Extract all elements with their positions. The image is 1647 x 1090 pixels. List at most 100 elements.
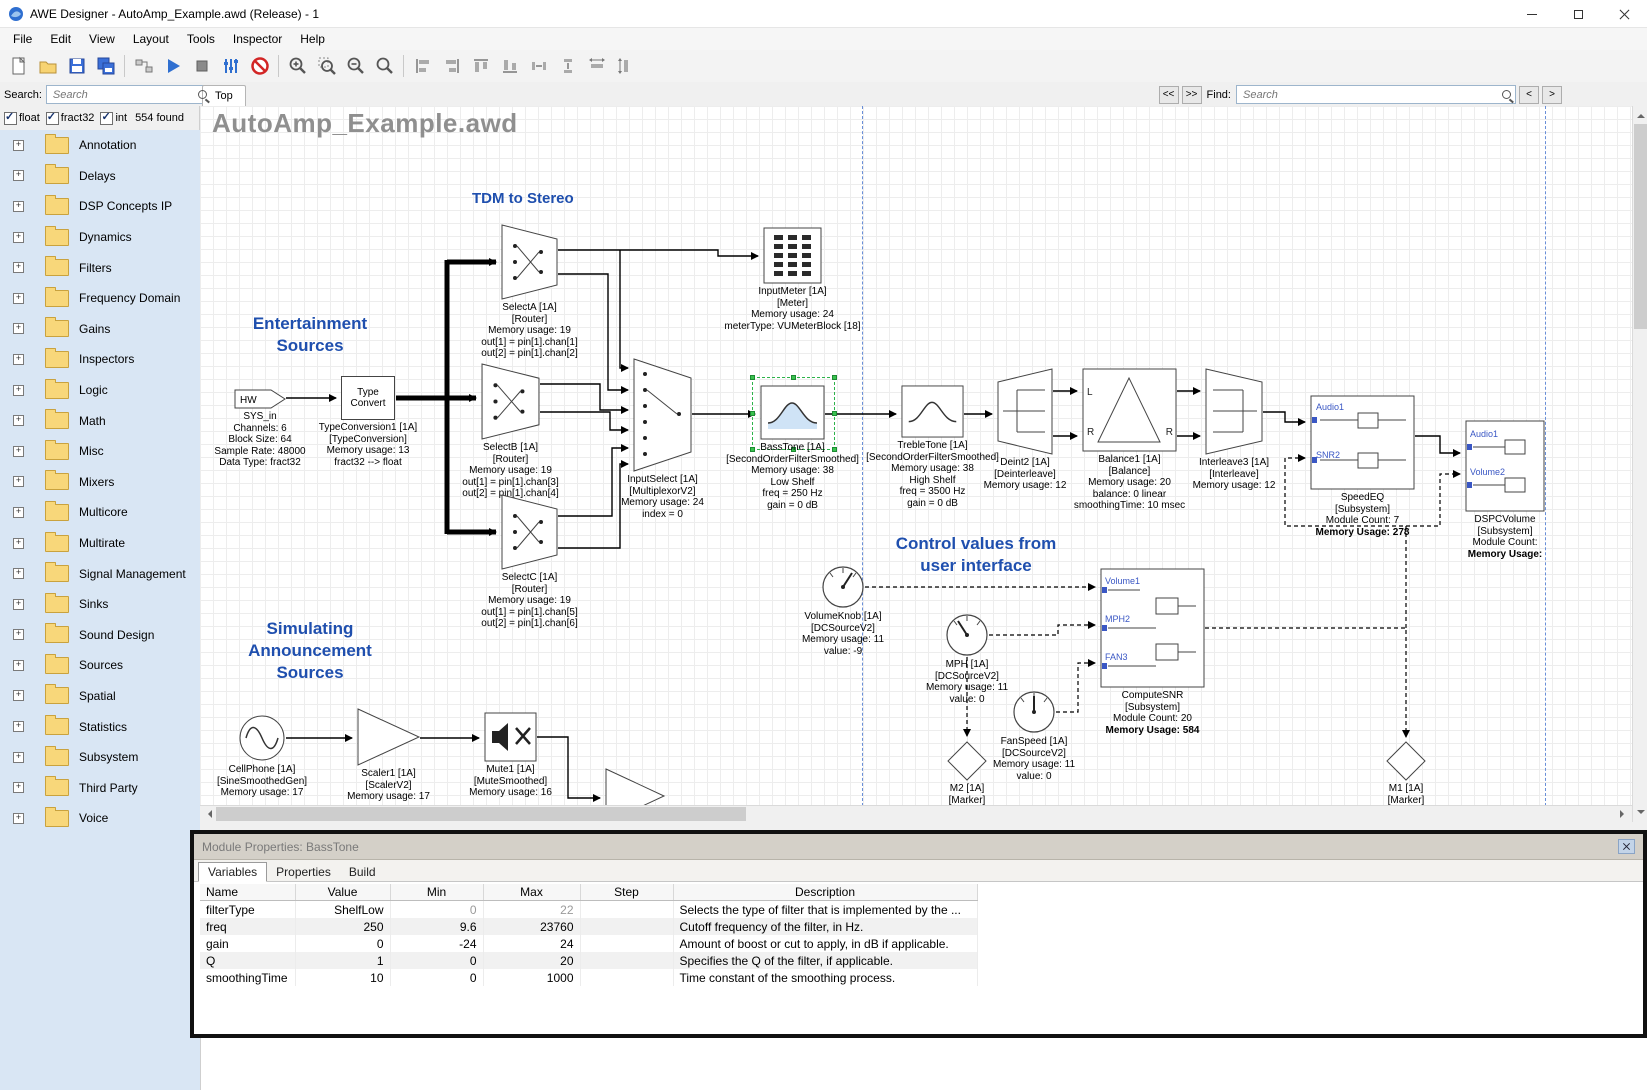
sidebar-item[interactable]: Annotation bbox=[0, 130, 200, 161]
sidebar-item[interactable]: Spatial bbox=[0, 681, 200, 712]
stop-button[interactable] bbox=[187, 52, 216, 80]
scroll-left-icon[interactable] bbox=[200, 806, 216, 822]
sidebar-item[interactable]: Inspectors bbox=[0, 344, 200, 375]
block-basstone[interactable]: BassTone [1A][SecondOrderFilterSmoothed]… bbox=[760, 385, 825, 440]
minimize-button[interactable] bbox=[1509, 0, 1555, 28]
block-m2[interactable]: M2 [1A][Marker] bbox=[947, 741, 987, 781]
sidebar-item[interactable]: Sound Design bbox=[0, 620, 200, 651]
match-width-button[interactable] bbox=[582, 52, 611, 80]
expand-icon[interactable] bbox=[13, 507, 24, 518]
expand-icon[interactable] bbox=[13, 752, 24, 763]
table-row[interactable]: gain 0 -24 24 Amount of boost or cut to … bbox=[200, 935, 977, 952]
block-computesnr[interactable]: Volume1 MPH2 FAN3 ComputeSNR[Subsystem]M… bbox=[1100, 568, 1205, 688]
sidebar-item[interactable]: Dynamics bbox=[0, 222, 200, 253]
expand-icon[interactable] bbox=[13, 446, 24, 457]
expand-icon[interactable] bbox=[13, 262, 24, 273]
block-cellphone[interactable]: CellPhone [1A][SineSmoothedGen]Memory us… bbox=[238, 714, 286, 762]
expand-icon[interactable] bbox=[13, 385, 24, 396]
menu-inspector[interactable]: Inspector bbox=[224, 30, 291, 48]
sidebar-item[interactable]: Logic bbox=[0, 375, 200, 406]
sidebar-item[interactable]: Signal Management bbox=[0, 558, 200, 589]
properties-titlebar[interactable]: Module Properties: BassTone bbox=[194, 834, 1643, 860]
table-row[interactable]: Q 1 0 20 Specifies the Q of the filter, … bbox=[200, 952, 977, 969]
expand-icon[interactable] bbox=[13, 201, 24, 212]
scroll-up-icon[interactable] bbox=[1633, 106, 1647, 122]
zoom-region-button[interactable] bbox=[312, 52, 341, 80]
table-row[interactable]: freq 250 9.6 23760 Cutoff frequency of t… bbox=[200, 918, 977, 935]
selection-handle[interactable] bbox=[750, 411, 755, 416]
sidebar-item[interactable]: Mixers bbox=[0, 467, 200, 498]
block-interleave3[interactable]: Interleave3 [1A][Interleave]Memory usage… bbox=[1205, 368, 1263, 455]
block-deint2[interactable]: Deint2 [1A][Deinterleave]Memory usage: 1… bbox=[997, 368, 1053, 455]
expand-icon[interactable] bbox=[13, 538, 24, 549]
menu-layout[interactable]: Layout bbox=[124, 30, 178, 48]
block-dspcvolume[interactable]: Audio1 Volume2 DSPCVolume[Subsystem]Modu… bbox=[1465, 420, 1545, 512]
expand-icon[interactable] bbox=[13, 354, 24, 365]
find-prev-button[interactable]: << bbox=[1159, 86, 1179, 104]
expand-icon[interactable] bbox=[13, 293, 24, 304]
block-selectc[interactable]: SelectC [1A][Router]Memory usage: 19out[… bbox=[501, 494, 558, 570]
sidebar-item[interactable]: Frequency Domain bbox=[0, 283, 200, 314]
expand-icon[interactable] bbox=[13, 170, 24, 181]
expand-icon[interactable] bbox=[13, 476, 24, 487]
align-left-button[interactable] bbox=[408, 52, 437, 80]
tab-build[interactable]: Build bbox=[340, 863, 385, 881]
menu-file[interactable]: File bbox=[4, 30, 41, 48]
align-top-button[interactable] bbox=[466, 52, 495, 80]
block-selectb[interactable]: SelectB [1A][Router]Memory usage: 19out[… bbox=[481, 363, 540, 440]
maximize-button[interactable] bbox=[1555, 0, 1601, 28]
zoom-button[interactable] bbox=[370, 52, 399, 80]
zoom-out-button[interactable] bbox=[341, 52, 370, 80]
sidebar-item[interactable]: Multicore bbox=[0, 497, 200, 528]
align-right-button[interactable] bbox=[437, 52, 466, 80]
block-sys-in[interactable]: HW SYS_inChannels: 6Block Size: 64Sample… bbox=[234, 389, 286, 409]
sidebar-item[interactable]: Voice bbox=[0, 803, 200, 834]
column-header[interactable]: Max bbox=[483, 884, 580, 901]
expand-icon[interactable] bbox=[13, 660, 24, 671]
close-button[interactable] bbox=[1601, 0, 1647, 28]
tab-properties[interactable]: Properties bbox=[267, 863, 340, 881]
block-mph[interactable]: MPH [1A][DCSourceV2]Memory usage: 11valu… bbox=[945, 613, 989, 657]
sidebar-item[interactable]: Misc bbox=[0, 436, 200, 467]
sidebar-item[interactable]: Third Party bbox=[0, 772, 200, 803]
table-row[interactable]: filterType ShelfLow 0 22 Selects the typ… bbox=[200, 901, 977, 919]
scroll-down-icon[interactable] bbox=[1633, 806, 1647, 822]
design-canvas[interactable]: AutoAmp_Example.awd bbox=[200, 106, 1632, 822]
align-bottom-button[interactable] bbox=[495, 52, 524, 80]
table-cell[interactable]: 0 bbox=[295, 935, 390, 952]
selection-handle[interactable] bbox=[832, 375, 837, 380]
save-all-button[interactable] bbox=[91, 52, 120, 80]
expand-icon[interactable] bbox=[13, 323, 24, 334]
expand-icon[interactable] bbox=[13, 599, 24, 610]
table-cell[interactable]: ShelfLow bbox=[295, 901, 390, 919]
find-forward-button[interactable]: > bbox=[1542, 86, 1562, 104]
sidebar-item[interactable]: Math bbox=[0, 405, 200, 436]
menu-edit[interactable]: Edit bbox=[41, 30, 80, 48]
new-button[interactable] bbox=[4, 52, 33, 80]
sidebar-item[interactable]: Filters bbox=[0, 252, 200, 283]
export-button[interactable] bbox=[129, 52, 158, 80]
find-back-button[interactable]: < bbox=[1519, 86, 1539, 104]
table-cell[interactable]: 250 bbox=[295, 918, 390, 935]
column-header[interactable]: Value bbox=[295, 884, 390, 901]
selection-handle[interactable] bbox=[791, 375, 796, 380]
tuning-button[interactable] bbox=[216, 52, 245, 80]
module-search-input[interactable] bbox=[51, 88, 198, 102]
scroll-right-icon[interactable] bbox=[1616, 806, 1632, 822]
menu-tools[interactable]: Tools bbox=[178, 30, 224, 48]
block-scaler1[interactable]: Scaler1 [1A][ScalerV2]Memory usage: 17 bbox=[357, 708, 420, 766]
block-fanspeed[interactable]: FanSpeed [1A][DCSourceV2]Memory usage: 1… bbox=[1012, 690, 1056, 734]
float-checkbox[interactable] bbox=[4, 112, 17, 125]
distribute-horizontal-button[interactable] bbox=[524, 52, 553, 80]
sidebar-item[interactable]: Statistics bbox=[0, 711, 200, 742]
tab-variables[interactable]: Variables bbox=[198, 862, 267, 882]
distribute-vertical-button[interactable] bbox=[553, 52, 582, 80]
vscroll-thumb[interactable] bbox=[1634, 124, 1647, 329]
expand-icon[interactable] bbox=[13, 721, 24, 732]
expand-icon[interactable] bbox=[13, 813, 24, 824]
sidebar-item[interactable]: Delays bbox=[0, 161, 200, 192]
hscroll-thumb[interactable] bbox=[216, 807, 746, 821]
find-next-button[interactable]: >> bbox=[1182, 86, 1202, 104]
run-button[interactable] bbox=[158, 52, 187, 80]
halt-button[interactable] bbox=[245, 52, 274, 80]
